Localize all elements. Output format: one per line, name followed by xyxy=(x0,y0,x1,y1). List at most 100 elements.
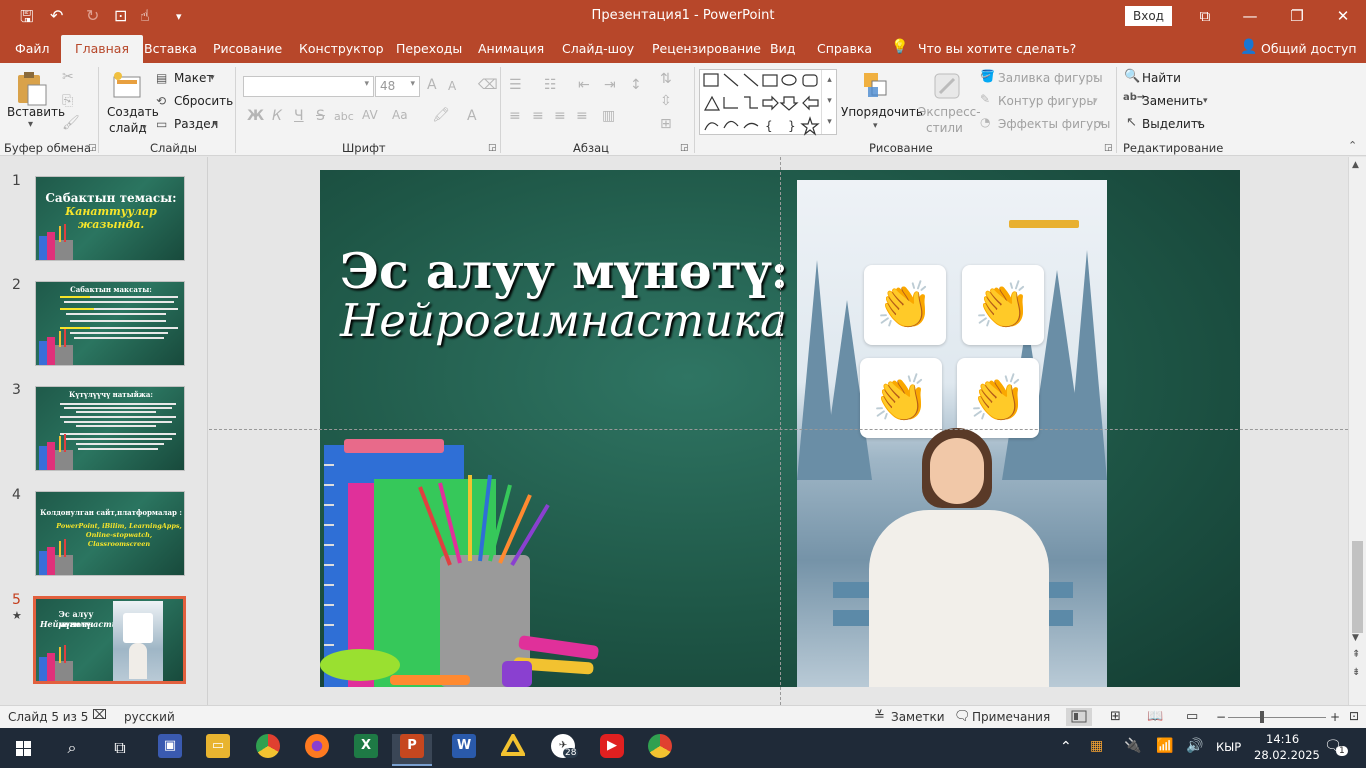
shapes-gallery[interactable]: {} ▴ ▾ ▾ xyxy=(699,69,837,136)
align-left-icon[interactable]: ≡ xyxy=(509,108,521,124)
arrange-icon[interactable] xyxy=(862,71,892,103)
italic-button[interactable]: К xyxy=(272,108,282,124)
chrome-icon[interactable] xyxy=(640,734,680,764)
floppy-app-icon[interactable]: ▣ xyxy=(150,734,190,764)
slide-thumbnail-5[interactable]: Эс алуу мүнөтү: Нейрогимнастика xyxy=(33,596,186,684)
chevron-down-icon[interactable]: ▾ xyxy=(1197,119,1202,129)
paste-dropdown-icon[interactable]: ▾ xyxy=(28,119,33,130)
notes-icon[interactable]: ≚ xyxy=(874,709,885,724)
columns-icon[interactable]: ▥ xyxy=(602,108,615,124)
maximize-button[interactable]: ❐ xyxy=(1277,4,1317,28)
arrange-button[interactable]: Упорядочить xyxy=(841,105,923,119)
shape-outline-icon[interactable]: ✎ xyxy=(980,92,990,106)
font-name-combo[interactable]: ▾ xyxy=(243,76,374,97)
text-direction-icon[interactable]: ⇅ xyxy=(660,71,672,87)
chevron-down-icon[interactable]: ▾ xyxy=(213,119,218,129)
share-button[interactable]: Общий доступ xyxy=(1261,41,1357,56)
tray-app-icon[interactable]: ▦ xyxy=(1090,738,1103,754)
zoom-slider-thumb[interactable] xyxy=(1260,711,1264,723)
align-right-icon[interactable]: ≡ xyxy=(554,108,566,124)
tab-transitions[interactable]: Переходы xyxy=(396,41,462,56)
font-size-combo[interactable]: 48 ▾ xyxy=(375,76,420,97)
bold-button[interactable]: Ж xyxy=(247,108,264,124)
character-spacing-button[interactable]: abc xyxy=(334,110,354,123)
clock-time[interactable]: 14:16 xyxy=(1266,732,1299,746)
chevron-down-icon[interactable]: ▾ xyxy=(1099,119,1104,129)
increase-font-icon[interactable]: A xyxy=(427,77,437,93)
comments-button[interactable]: Примечания xyxy=(972,710,1050,724)
highlight-icon[interactable]: 🖍 xyxy=(432,107,450,123)
strikethrough-button[interactable]: S xyxy=(316,108,325,124)
line-spacing-icon[interactable]: ↕ xyxy=(630,77,642,93)
chevron-down-icon[interactable]: ▾ xyxy=(1093,73,1098,83)
slide-title-line2[interactable]: Нейрогимнастика xyxy=(340,294,787,347)
select-button[interactable]: Выделить xyxy=(1142,117,1205,131)
justify-icon[interactable]: ≡ xyxy=(576,108,588,124)
scroll-up-icon[interactable]: ▲ xyxy=(1352,160,1359,170)
slideshow-view-icon[interactable]: ▭ xyxy=(1186,709,1198,724)
shape-effects-button[interactable]: Эффекты фигуры xyxy=(998,117,1110,131)
decrease-font-icon[interactable]: A xyxy=(448,79,456,93)
slide-thumbnail-3[interactable]: Күтүлүүчү натыйжа: xyxy=(35,386,185,471)
reset-button[interactable]: Сбросить xyxy=(174,94,233,108)
bullets-icon[interactable]: ☰ xyxy=(509,77,522,93)
reset-icon[interactable]: ⟲ xyxy=(156,94,166,108)
input-language-indicator[interactable]: КЫР xyxy=(1216,740,1241,754)
shape-outline-button[interactable]: Контур фигуры xyxy=(998,94,1096,108)
task-view-icon[interactable]: ⧉ xyxy=(100,734,140,764)
windows-start-icon[interactable] xyxy=(4,734,44,764)
comments-icon[interactable]: 🗨 xyxy=(954,709,971,724)
tell-me-search[interactable]: Что вы хотите сделать? xyxy=(918,41,1076,56)
tab-design[interactable]: Конструктор xyxy=(299,41,384,56)
school-supplies-image[interactable] xyxy=(320,435,610,687)
select-cursor-icon[interactable]: ↖ xyxy=(1126,115,1137,130)
slide-title-line1[interactable]: Эс алуу мүнөтү: xyxy=(340,242,788,300)
show-hidden-icons-icon[interactable]: ⌃ xyxy=(1060,739,1072,755)
embedded-video[interactable]: 👏 👏 👏 👏 xyxy=(797,180,1107,687)
copy-icon[interactable]: ⎘ xyxy=(62,93,73,109)
telegram-icon[interactable]: ✈ 28 xyxy=(543,734,583,764)
chevron-down-icon[interactable]: ▾ xyxy=(210,73,215,83)
clock-date[interactable]: 28.02.2025 xyxy=(1254,748,1320,762)
firefox-icon[interactable] xyxy=(297,734,337,764)
normal-view-icon[interactable] xyxy=(1066,708,1092,726)
slide-thumbnail-2[interactable]: Сабактын максаты: xyxy=(35,281,185,366)
search-icon[interactable]: ⌕ xyxy=(52,734,92,764)
quick-styles-line1[interactable]: Экспресс- xyxy=(918,105,981,119)
new-slide-icon[interactable] xyxy=(112,71,142,101)
shape-fill-icon[interactable]: 🪣 xyxy=(980,69,995,83)
accessibility-icon[interactable]: ⌧ xyxy=(92,708,107,723)
find-button[interactable]: Найти xyxy=(1142,71,1181,85)
chrome-icon[interactable] xyxy=(248,734,288,764)
close-button[interactable]: ✕ xyxy=(1323,4,1363,28)
tab-file[interactable]: Файл xyxy=(15,41,50,56)
cut-icon[interactable]: ✂ xyxy=(62,69,74,85)
tab-slideshow[interactable]: Слайд-шоу xyxy=(562,41,634,56)
tab-view[interactable]: Вид xyxy=(770,41,795,56)
scroll-down-icon[interactable]: ▼ xyxy=(1352,633,1359,643)
paste-icon[interactable] xyxy=(14,71,48,107)
chevron-down-icon[interactable]: ▾ xyxy=(142,123,147,133)
align-text-icon[interactable]: ⇳ xyxy=(660,93,672,109)
zoom-slider[interactable] xyxy=(1228,717,1326,718)
section-icon[interactable]: ▭ xyxy=(156,117,167,131)
file-explorer-icon[interactable]: ▭ xyxy=(198,734,238,764)
tab-animations[interactable]: Анимация xyxy=(478,41,544,56)
new-slide-button-line1[interactable]: Создать xyxy=(107,105,159,119)
numbering-icon[interactable]: ☷ xyxy=(544,77,557,93)
underline-button[interactable]: Ч xyxy=(294,108,304,124)
slide-thumbnail-1[interactable]: Сабактын темасы: Канаттуулар жазында. xyxy=(35,176,185,261)
drive-icon[interactable] xyxy=(493,731,533,764)
language-indicator[interactable]: русский xyxy=(124,710,175,724)
scroll-thumb[interactable] xyxy=(1352,541,1363,633)
ribbon-display-options-icon[interactable]: ⧉ xyxy=(1185,4,1225,28)
reading-view-icon[interactable]: 📖 xyxy=(1147,709,1163,724)
fit-to-window-icon[interactable]: ⊡ xyxy=(1349,709,1359,723)
tab-help[interactable]: Справка xyxy=(817,41,872,56)
excel-icon[interactable]: X xyxy=(346,734,386,764)
notes-button[interactable]: Заметки xyxy=(891,710,945,724)
minimize-button[interactable]: — xyxy=(1230,4,1270,28)
increase-indent-icon[interactable]: ⇥ xyxy=(604,77,616,93)
align-center-icon[interactable]: ≡ xyxy=(532,108,544,124)
spacing-icon[interactable]: AV xyxy=(362,108,378,122)
